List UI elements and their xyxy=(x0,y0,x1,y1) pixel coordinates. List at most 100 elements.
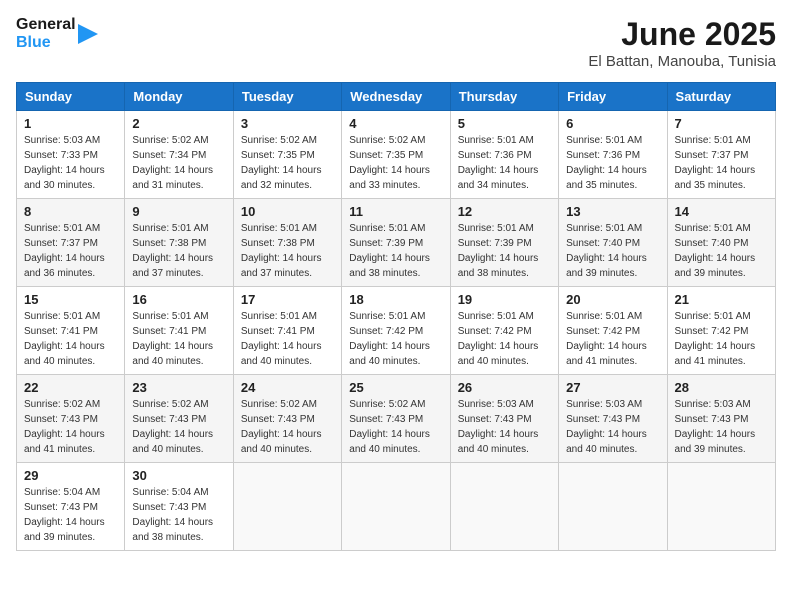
day-number: 9 xyxy=(132,204,225,219)
day-cell: 19 Sunrise: 5:01 AMSunset: 7:42 PMDayligh… xyxy=(450,287,558,375)
day-cell: 11 Sunrise: 5:01 AMSunset: 7:39 PMDayligh… xyxy=(342,199,450,287)
day-info: Sunrise: 5:02 AMSunset: 7:35 PMDaylight:… xyxy=(349,133,442,193)
day-cell: 28 Sunrise: 5:03 AMSunset: 7:43 PMDayligh… xyxy=(667,375,775,463)
day-info: Sunrise: 5:01 AMSunset: 7:42 PMDaylight:… xyxy=(566,309,659,369)
day-number: 26 xyxy=(458,380,551,395)
week-row-3: 15 Sunrise: 5:01 AMSunset: 7:41 PMDayligh… xyxy=(17,287,776,375)
day-info: Sunrise: 5:03 AMSunset: 7:33 PMDaylight:… xyxy=(24,133,117,193)
day-info: Sunrise: 5:01 AMSunset: 7:39 PMDaylight:… xyxy=(458,221,551,281)
day-cell: 6 Sunrise: 5:01 AMSunset: 7:36 PMDaylight… xyxy=(559,111,667,199)
day-info: Sunrise: 5:01 AMSunset: 7:39 PMDaylight:… xyxy=(349,221,442,281)
day-cell: 4 Sunrise: 5:02 AMSunset: 7:35 PMDaylight… xyxy=(342,111,450,199)
day-number: 6 xyxy=(566,116,659,131)
weekday-header-monday: Monday xyxy=(125,83,233,111)
header: General Blue June 2025 El Battan, Manoub… xyxy=(16,16,776,70)
day-info: Sunrise: 5:02 AMSunset: 7:43 PMDaylight:… xyxy=(132,397,225,457)
day-number: 11 xyxy=(349,204,442,219)
day-number: 25 xyxy=(349,380,442,395)
day-cell: 22 Sunrise: 5:02 AMSunset: 7:43 PMDayligh… xyxy=(17,375,125,463)
day-number: 4 xyxy=(349,116,442,131)
day-cell: 26 Sunrise: 5:03 AMSunset: 7:43 PMDayligh… xyxy=(450,375,558,463)
day-cell: 2 Sunrise: 5:02 AMSunset: 7:34 PMDaylight… xyxy=(125,111,233,199)
day-cell: 5 Sunrise: 5:01 AMSunset: 7:36 PMDaylight… xyxy=(450,111,558,199)
day-number: 1 xyxy=(24,116,117,131)
day-cell: 15 Sunrise: 5:01 AMSunset: 7:41 PMDayligh… xyxy=(17,287,125,375)
calendar-subtitle: El Battan, Manouba, Tunisia xyxy=(588,53,776,70)
day-cell: 27 Sunrise: 5:03 AMSunset: 7:43 PMDayligh… xyxy=(559,375,667,463)
calendar-title: June 2025 xyxy=(588,16,776,53)
day-info: Sunrise: 5:01 AMSunset: 7:42 PMDaylight:… xyxy=(458,309,551,369)
calendar-table: SundayMondayTuesdayWednesdayThursdayFrid… xyxy=(16,82,776,551)
day-number: 15 xyxy=(24,292,117,307)
day-number: 27 xyxy=(566,380,659,395)
day-number: 2 xyxy=(132,116,225,131)
day-cell: 12Sunrise: 5:01 AMSunset: 7:39 PMDayligh… xyxy=(450,199,558,287)
day-info: Sunrise: 5:01 AMSunset: 7:38 PMDaylight:… xyxy=(132,221,225,281)
weekday-header-row: SundayMondayTuesdayWednesdayThursdayFrid… xyxy=(17,83,776,111)
day-info: Sunrise: 5:01 AMSunset: 7:37 PMDaylight:… xyxy=(675,133,768,193)
day-info: Sunrise: 5:03 AMSunset: 7:43 PMDaylight:… xyxy=(675,397,768,457)
day-number: 8 xyxy=(24,204,117,219)
day-cell: 9 Sunrise: 5:01 AMSunset: 7:38 PMDaylight… xyxy=(125,199,233,287)
day-cell: 23Sunrise: 5:02 AMSunset: 7:43 PMDayligh… xyxy=(125,375,233,463)
logo-triangle-icon xyxy=(78,20,98,48)
weekday-header-saturday: Saturday xyxy=(667,83,775,111)
day-number: 21 xyxy=(675,292,768,307)
day-info: Sunrise: 5:02 AMSunset: 7:43 PMDaylight:… xyxy=(241,397,334,457)
weekday-header-tuesday: Tuesday xyxy=(233,83,341,111)
day-info: Sunrise: 5:01 AMSunset: 7:41 PMDaylight:… xyxy=(24,309,117,369)
day-info: Sunrise: 5:01 AMSunset: 7:36 PMDaylight:… xyxy=(458,133,551,193)
day-number: 22 xyxy=(24,380,117,395)
day-cell xyxy=(559,463,667,551)
day-cell xyxy=(450,463,558,551)
week-row-5: 29 Sunrise: 5:04 AMSunset: 7:43 PMDayligh… xyxy=(17,463,776,551)
day-cell: 17Sunrise: 5:01 AMSunset: 7:41 PMDayligh… xyxy=(233,287,341,375)
day-number: 24 xyxy=(241,380,334,395)
day-info: Sunrise: 5:02 AMSunset: 7:43 PMDaylight:… xyxy=(349,397,442,457)
day-info: Sunrise: 5:02 AMSunset: 7:43 PMDaylight:… xyxy=(24,397,117,457)
day-info: Sunrise: 5:01 AMSunset: 7:42 PMDaylight:… xyxy=(675,309,768,369)
logo: General Blue xyxy=(16,16,98,51)
day-info: Sunrise: 5:01 AMSunset: 7:36 PMDaylight:… xyxy=(566,133,659,193)
day-cell: 18Sunrise: 5:01 AMSunset: 7:42 PMDayligh… xyxy=(342,287,450,375)
day-cell: 8 Sunrise: 5:01 AMSunset: 7:37 PMDaylight… xyxy=(17,199,125,287)
day-cell: 30 Sunrise: 5:04 AMSunset: 7:43 PMDayligh… xyxy=(125,463,233,551)
day-number: 28 xyxy=(675,380,768,395)
day-number: 29 xyxy=(24,468,117,483)
day-info: Sunrise: 5:04 AMSunset: 7:43 PMDaylight:… xyxy=(132,485,225,545)
day-info: Sunrise: 5:02 AMSunset: 7:35 PMDaylight:… xyxy=(241,133,334,193)
logo-text-line1: General xyxy=(16,16,76,34)
day-number: 3 xyxy=(241,116,334,131)
day-number: 5 xyxy=(458,116,551,131)
day-number: 13 xyxy=(566,204,659,219)
day-cell: 14Sunrise: 5:01 AMSunset: 7:40 PMDayligh… xyxy=(667,199,775,287)
day-cell: 13 Sunrise: 5:01 AMSunset: 7:40 PMDayligh… xyxy=(559,199,667,287)
day-number: 7 xyxy=(675,116,768,131)
day-cell: 24 Sunrise: 5:02 AMSunset: 7:43 PMDayligh… xyxy=(233,375,341,463)
day-number: 10 xyxy=(241,204,334,219)
day-info: Sunrise: 5:03 AMSunset: 7:43 PMDaylight:… xyxy=(566,397,659,457)
day-info: Sunrise: 5:01 AMSunset: 7:40 PMDaylight:… xyxy=(675,221,768,281)
day-info: Sunrise: 5:01 AMSunset: 7:40 PMDaylight:… xyxy=(566,221,659,281)
day-cell: 3 Sunrise: 5:02 AMSunset: 7:35 PMDaylight… xyxy=(233,111,341,199)
day-cell xyxy=(667,463,775,551)
day-number: 17 xyxy=(241,292,334,307)
weekday-header-sunday: Sunday xyxy=(17,83,125,111)
day-number: 16 xyxy=(132,292,225,307)
day-info: Sunrise: 5:03 AMSunset: 7:43 PMDaylight:… xyxy=(458,397,551,457)
day-number: 19 xyxy=(458,292,551,307)
title-area: June 2025 El Battan, Manouba, Tunisia xyxy=(588,16,776,70)
day-cell: 7 Sunrise: 5:01 AMSunset: 7:37 PMDaylight… xyxy=(667,111,775,199)
day-cell: 25 Sunrise: 5:02 AMSunset: 7:43 PMDayligh… xyxy=(342,375,450,463)
day-cell: 21 Sunrise: 5:01 AMSunset: 7:42 PMDayligh… xyxy=(667,287,775,375)
day-info: Sunrise: 5:02 AMSunset: 7:34 PMDaylight:… xyxy=(132,133,225,193)
day-cell: 20Sunrise: 5:01 AMSunset: 7:42 PMDayligh… xyxy=(559,287,667,375)
weekday-header-thursday: Thursday xyxy=(450,83,558,111)
day-info: Sunrise: 5:01 AMSunset: 7:42 PMDaylight:… xyxy=(349,309,442,369)
week-row-1: 1 Sunrise: 5:03 AMSunset: 7:33 PMDaylight… xyxy=(17,111,776,199)
day-cell: 10Sunrise: 5:01 AMSunset: 7:38 PMDayligh… xyxy=(233,199,341,287)
day-info: Sunrise: 5:01 AMSunset: 7:37 PMDaylight:… xyxy=(24,221,117,281)
day-info: Sunrise: 5:01 AMSunset: 7:41 PMDaylight:… xyxy=(132,309,225,369)
day-cell: 16 Sunrise: 5:01 AMSunset: 7:41 PMDayligh… xyxy=(125,287,233,375)
day-number: 30 xyxy=(132,468,225,483)
